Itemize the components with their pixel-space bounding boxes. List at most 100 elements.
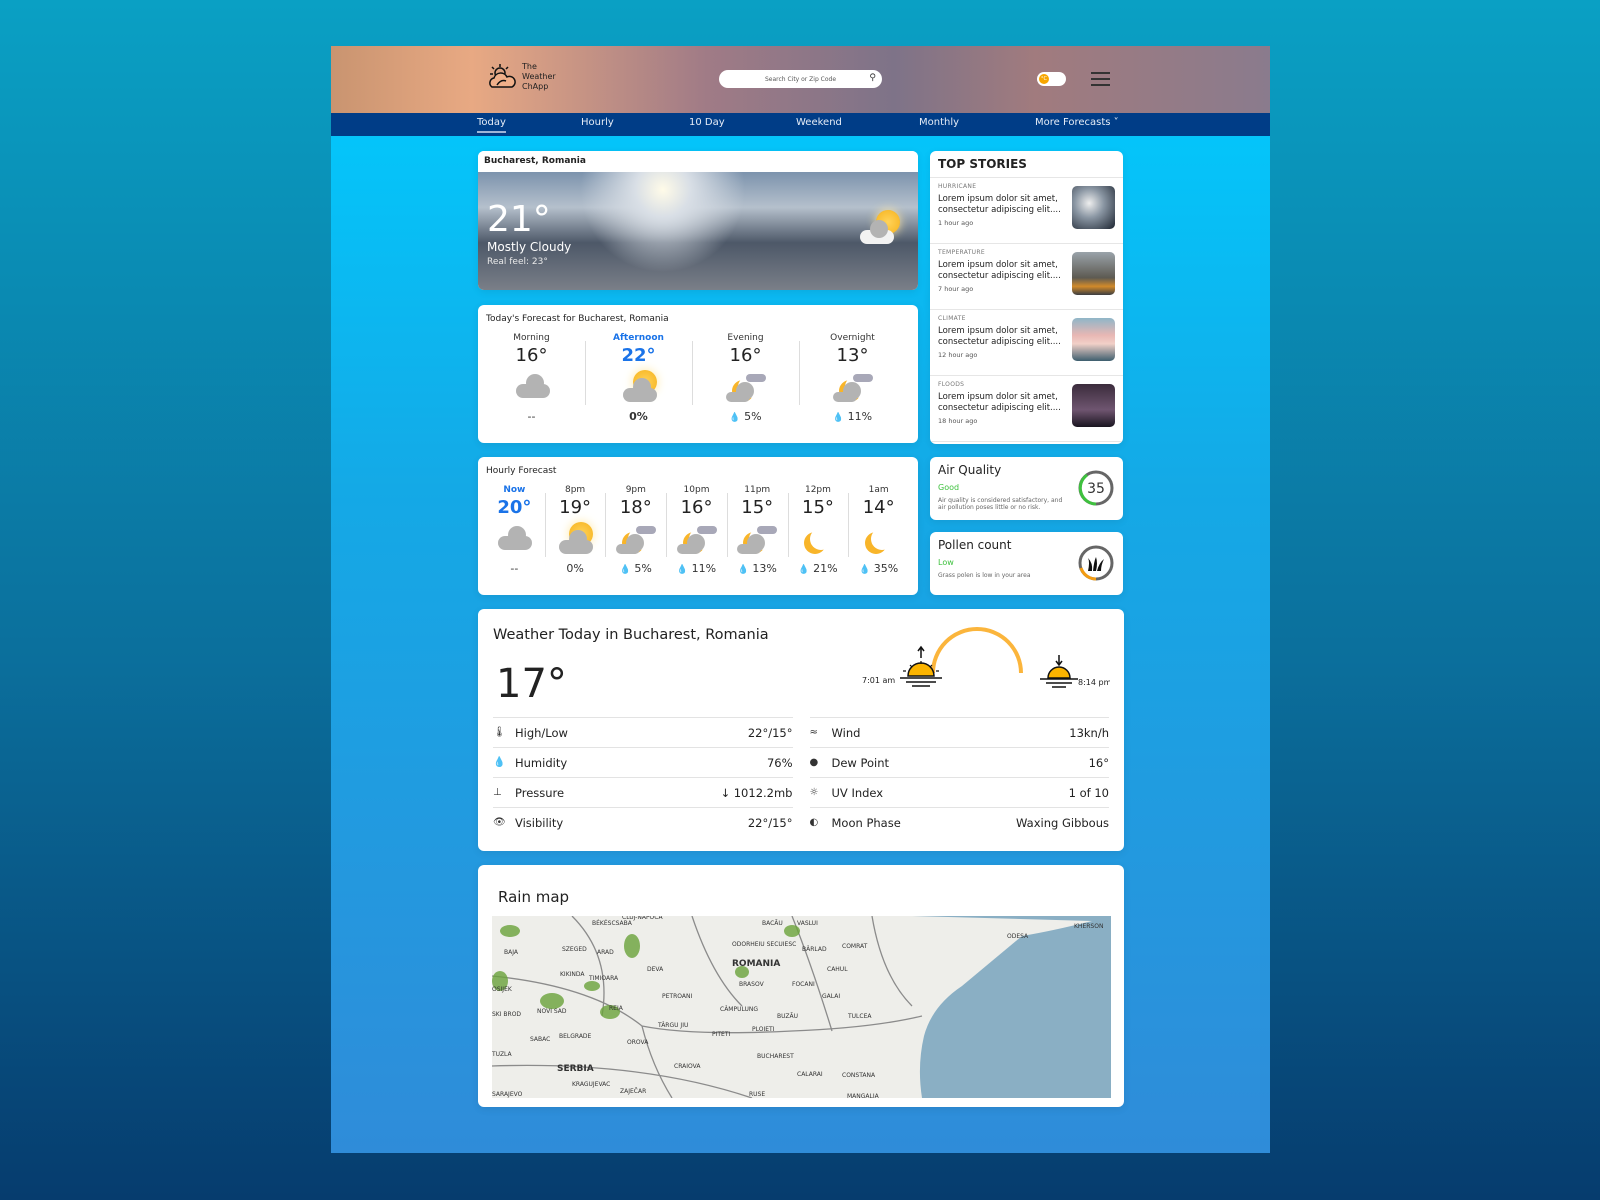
map-label: PETROANI bbox=[662, 993, 692, 1000]
app-window: The Weather ChApp Search City or Zip Cod… bbox=[331, 46, 1270, 1153]
precip-chance: 0% bbox=[566, 562, 584, 575]
map-label: ODORHEIU SECUIESC bbox=[732, 941, 796, 948]
pollen-description: Grass polen is low in your area bbox=[938, 572, 1031, 579]
air-quality-value: 35 bbox=[1087, 481, 1105, 497]
detail-row: 💧 Humidity 76% bbox=[493, 747, 793, 777]
forecast-column[interactable]: 11pm 15° 💧 13% bbox=[726, 485, 788, 575]
cloud-icon bbox=[512, 370, 552, 410]
precip-chance: 💧 5% bbox=[619, 562, 652, 575]
period-label: 1am bbox=[868, 485, 889, 495]
map-label: CÂMPULUNG bbox=[720, 1006, 758, 1013]
map-label: REIA bbox=[609, 1005, 624, 1012]
map-label: SZEGED bbox=[562, 946, 587, 953]
story-text[interactable]: Lorem ipsum dolor sit amet, consectetur … bbox=[938, 194, 1066, 216]
period-label: Morning bbox=[513, 333, 550, 343]
air-quality-card[interactable]: Air Quality Good Air quality is consider… bbox=[930, 457, 1123, 520]
logo[interactable]: The Weather ChApp bbox=[488, 62, 562, 92]
forecast-column[interactable]: 10pm 16° 💧 11% bbox=[666, 485, 727, 575]
period-temp: 14° bbox=[862, 497, 895, 518]
story-thumbnail[interactable] bbox=[1072, 252, 1115, 295]
map-label: BÉKÉSCSABA bbox=[592, 919, 633, 927]
detail-value: 16° bbox=[1088, 755, 1109, 770]
raindrop-icon: 💧 bbox=[798, 565, 810, 575]
forecast-column[interactable]: Afternoon 22° 0% bbox=[585, 333, 692, 423]
map-label: BAJA bbox=[504, 949, 519, 956]
forecast-column[interactable]: Overnight 13° 💧 11% bbox=[799, 333, 906, 423]
story-thumbnail[interactable] bbox=[1072, 186, 1115, 229]
app-name: The Weather ChApp bbox=[522, 62, 556, 91]
story-text[interactable]: Lorem ipsum dolor sit amet, consectetur … bbox=[938, 260, 1066, 282]
period-label: 10pm bbox=[683, 485, 710, 495]
tab-hourly[interactable]: Hourly bbox=[581, 117, 614, 128]
story-item[interactable]: FLOODS Lorem ipsum dolor sit amet, conse… bbox=[930, 376, 1123, 442]
current-conditions-card: Bucharest, Romania 21° Mostly Cloudy Rea… bbox=[478, 151, 918, 290]
map-label: GALAI bbox=[822, 993, 840, 1000]
map-label: OSIJEK bbox=[492, 986, 513, 993]
forecast-column[interactable]: 12pm 15° 💧 21% bbox=[787, 485, 849, 575]
uv-icon: ☼ bbox=[809, 787, 819, 798]
detail-label: Pressure bbox=[515, 785, 565, 800]
forecast-column[interactable]: 8pm 19° 0% bbox=[544, 485, 606, 575]
detail-label: Wind bbox=[831, 725, 861, 740]
forecast-column[interactable]: Now 20° -- bbox=[484, 485, 545, 575]
map-label: COMRAT bbox=[842, 943, 868, 950]
menu-icon[interactable] bbox=[1091, 72, 1110, 86]
detail-label: Moon Phase bbox=[831, 815, 901, 830]
partly-cloudy-night-icon bbox=[832, 370, 873, 410]
pollen-card[interactable]: Pollen count Low Grass polen is low in y… bbox=[930, 532, 1123, 595]
detail-value: 22°/15° bbox=[747, 815, 793, 830]
search-input[interactable]: Search City or Zip Code ⚲ bbox=[719, 70, 882, 88]
detail-value: ↓ 1012.2mb bbox=[720, 785, 793, 800]
partly-cloudy-night-icon bbox=[737, 522, 778, 562]
map-label: TÂRGU JIU bbox=[657, 1022, 688, 1029]
air-quality-description: Air quality is considered satisfactory, … bbox=[938, 497, 1063, 511]
moon-phase-icon: ◐ bbox=[809, 817, 819, 828]
story-text[interactable]: Lorem ipsum dolor sit amet, consectetur … bbox=[938, 392, 1066, 414]
forecast-column[interactable]: Morning 16° -- bbox=[478, 333, 585, 423]
tab-more-forecasts[interactable]: More Forecasts ˅ bbox=[1035, 117, 1119, 128]
sunset-time: 8:14 pm bbox=[1078, 678, 1110, 687]
map-label: ARAD bbox=[597, 949, 614, 956]
detail-value: 1 of 10 bbox=[1068, 785, 1109, 800]
detail-row: ⊥ Pressure ↓ 1012.2mb bbox=[493, 777, 793, 807]
story-text[interactable]: Lorem ipsum dolor sit amet, consectetur … bbox=[938, 326, 1066, 348]
rain-map[interactable]: CLUJ-NAPOCABÉKÉSCSABA BACĂU VASLUIODESAKHE… bbox=[492, 916, 1111, 1098]
humidity-icon: 💧 bbox=[493, 757, 506, 768]
hourly-list: Now 20° -- 8pm 19° 0% 9pm 18° 💧 5% 10pm 16°… bbox=[484, 485, 909, 575]
period-temp: 19° bbox=[559, 497, 592, 518]
period-label: Afternoon bbox=[613, 333, 664, 343]
tab-weekend[interactable]: Weekend bbox=[796, 117, 842, 128]
story-thumbnail[interactable] bbox=[1072, 318, 1115, 361]
unit-toggle[interactable]: °C bbox=[1037, 72, 1066, 86]
weather-details: 🌡 High/Low 22°/15° ≈ Wind 13kn/h 💧 Humidity 76% ●… bbox=[493, 717, 1109, 837]
map-label: TIMIOARA bbox=[588, 975, 619, 982]
story-thumbnail[interactable] bbox=[1072, 384, 1115, 427]
detail-row: ≈ Wind 13kn/h bbox=[809, 717, 1109, 747]
period-temp: 22° bbox=[621, 345, 656, 366]
forecast-column[interactable]: 9pm 18° 💧 5% bbox=[605, 485, 666, 575]
detail-value: 13kn/h bbox=[1069, 725, 1109, 740]
partly-cloudy-night-icon bbox=[676, 522, 717, 562]
top-stories-card: TOP STORIES HURRICANE Lorem ipsum dolor … bbox=[930, 151, 1123, 444]
precip-chance: -- bbox=[527, 410, 536, 423]
detail-label: High/Low bbox=[515, 725, 568, 740]
today-forecast-card: Today's Forecast for Bucharest, Romania … bbox=[478, 305, 918, 443]
precip-chance: 💧 13% bbox=[737, 562, 777, 575]
story-item[interactable]: HURRICANE Lorem ipsum dolor sit amet, co… bbox=[930, 178, 1123, 244]
story-item[interactable]: CLIMATE Lorem ipsum dolor sit amet, cons… bbox=[930, 310, 1123, 376]
forecast-column[interactable]: Evening 16° 💧 5% bbox=[692, 333, 799, 423]
period-label: 9pm bbox=[625, 485, 646, 495]
forecast-column[interactable]: 1am 14° 💧 35% bbox=[848, 485, 909, 575]
grass-icon bbox=[1088, 557, 1104, 571]
real-feel: Real feel: 23° bbox=[487, 257, 548, 267]
today-periods: Morning 16° -- Afternoon 22° 0% Evening 16… bbox=[478, 333, 906, 423]
tab-monthly[interactable]: Monthly bbox=[919, 117, 959, 128]
logo-icon bbox=[489, 64, 516, 88]
partly-sunny-icon bbox=[555, 522, 595, 562]
map-label: PLOIETI bbox=[752, 1026, 775, 1033]
search-icon[interactable]: ⚲ bbox=[869, 73, 876, 83]
tab-10-day[interactable]: 10 Day bbox=[689, 117, 725, 128]
tab-today[interactable]: Today bbox=[477, 117, 506, 133]
story-item[interactable]: TEMPERATURE Lorem ipsum dolor sit amet, … bbox=[930, 244, 1123, 310]
partly-cloudy-night-icon bbox=[725, 370, 766, 410]
